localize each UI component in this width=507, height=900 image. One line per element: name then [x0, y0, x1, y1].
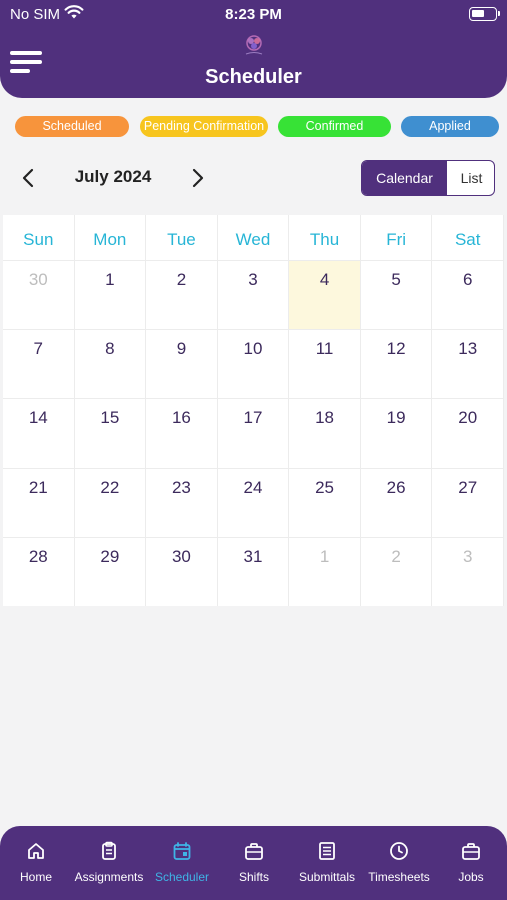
month-calendar: Sun Mon Tue Wed Thu Fri Sat 30 1 2 3 4 5 6 7 8 9 10 11 12 1…	[3, 215, 504, 606]
calendar-day[interactable]: 30	[3, 260, 75, 330]
calendar-day[interactable]: 16	[146, 398, 218, 468]
list-view-button[interactable]: List	[447, 161, 494, 195]
status-legend: Scheduled Pending Confirmation Confirmed…	[0, 116, 507, 138]
calendar-day[interactable]: 11	[289, 329, 361, 399]
calendar-day[interactable]: 2	[360, 536, 433, 606]
briefcase-icon	[462, 843, 480, 860]
tab-home[interactable]: Home	[0, 826, 73, 900]
app-header: No SIM 8:23 PM Scheduler	[0, 0, 507, 98]
tab-label: Jobs	[458, 870, 484, 884]
calendar-day[interactable]: 18	[289, 398, 361, 468]
view-toggle: Calendar List	[361, 160, 495, 196]
tab-label: Assignments	[74, 870, 144, 884]
calendar-day[interactable]: 9	[146, 329, 218, 399]
weekday-label: Mon	[75, 215, 147, 260]
calendar-day[interactable]: 10	[217, 329, 290, 399]
month-navigation: July 2024 Calendar List	[0, 160, 507, 196]
weekday-label: Sat	[432, 215, 504, 260]
tab-label: Home	[19, 870, 52, 884]
menu-line	[10, 60, 42, 64]
legend-applied: Applied	[401, 116, 499, 137]
weekday-label: Sun	[3, 215, 75, 260]
tab-timesheets[interactable]: Timesheets	[362, 826, 436, 900]
weekday-label: Tue	[146, 215, 218, 260]
status-bar: No SIM 8:23 PM	[0, 4, 507, 26]
tab-shifts[interactable]: Shifts	[217, 826, 291, 900]
tab-label: Scheduler	[154, 870, 210, 884]
calendar-day[interactable]: 24	[217, 467, 290, 537]
calendar-day[interactable]: 25	[289, 467, 361, 537]
calendar-day[interactable]: 12	[360, 329, 433, 399]
calendar-day[interactable]: 13	[432, 329, 504, 399]
page-title: Scheduler	[205, 66, 302, 88]
calendar-day[interactable]: 1	[289, 536, 361, 606]
legend-pending-confirmation: Pending Confirmation	[140, 116, 268, 137]
battery-icon	[469, 7, 500, 21]
calendar-day[interactable]: 3	[432, 536, 504, 606]
tab-label: Timesheets	[368, 870, 430, 884]
brand-logo-icon	[245, 35, 263, 55]
calendar-day[interactable]: 27	[432, 467, 504, 537]
clipboard-icon	[102, 841, 116, 860]
home-icon	[28, 843, 44, 859]
calendar-day[interactable]: 23	[146, 467, 218, 537]
tab-submittals[interactable]: Submittals	[290, 826, 364, 900]
weekday-header-row: Sun Mon Tue Wed Thu Fri Sat	[3, 215, 504, 260]
tab-scheduler[interactable]: Scheduler	[145, 826, 219, 900]
month-label: July 2024	[74, 167, 152, 186]
chevron-left-icon[interactable]	[17, 166, 39, 190]
tab-label: Shifts	[238, 870, 269, 884]
calendar-day[interactable]: 28	[3, 536, 75, 606]
calendar-day[interactable]: 19	[360, 398, 433, 468]
calendar-day[interactable]: 15	[74, 398, 147, 468]
calendar-day[interactable]: 3	[217, 260, 290, 330]
bottom-tab-bar: Home Assignments Scheduler Shifts Submittals…	[0, 826, 507, 900]
calendar-day[interactable]: 6	[432, 260, 504, 330]
clock-icon	[390, 842, 408, 860]
legend-scheduled: Scheduled	[15, 116, 129, 137]
weekday-label: Fri	[361, 215, 433, 260]
tab-jobs[interactable]: Jobs	[434, 826, 507, 900]
tab-assignments[interactable]: Assignments	[72, 826, 146, 900]
calendar-grid: 30 1 2 3 4 5 6 7 8 9 10 11 12 13 14 15 16 17 18 19 20 21 22 23 2…	[3, 260, 504, 606]
calendar-day[interactable]: 20	[432, 398, 504, 468]
calendar-day[interactable]: 5	[360, 260, 433, 330]
calendar-day[interactable]: 7	[3, 329, 75, 399]
menu-line	[10, 51, 42, 55]
calendar-day[interactable]: 2	[146, 260, 218, 330]
calendar-day[interactable]: 29	[74, 536, 147, 606]
clock-time: 8:23 PM	[225, 6, 282, 23]
tab-label: Submittals	[298, 870, 356, 884]
weekday-label: Thu	[289, 215, 361, 260]
briefcase-icon	[245, 843, 263, 860]
calendar-day[interactable]: 22	[74, 467, 147, 537]
chevron-right-icon[interactable]	[187, 166, 209, 190]
calendar-day[interactable]: 14	[3, 398, 75, 468]
calendar-day[interactable]: 21	[3, 467, 75, 537]
calendar-day[interactable]: 1	[74, 260, 147, 330]
calendar-day-today[interactable]: 4	[289, 260, 361, 330]
calendar-day[interactable]: 17	[217, 398, 290, 468]
calendar-day[interactable]: 8	[74, 329, 147, 399]
document-list-icon	[319, 842, 335, 860]
calendar-icon	[173, 842, 191, 860]
calendar-view-button[interactable]: Calendar	[362, 161, 447, 195]
weekday-label: Wed	[218, 215, 290, 260]
calendar-day[interactable]: 26	[360, 467, 433, 537]
calendar-day[interactable]: 31	[217, 536, 290, 606]
legend-confirmed: Confirmed	[278, 116, 391, 137]
calendar-day[interactable]: 30	[146, 536, 218, 606]
